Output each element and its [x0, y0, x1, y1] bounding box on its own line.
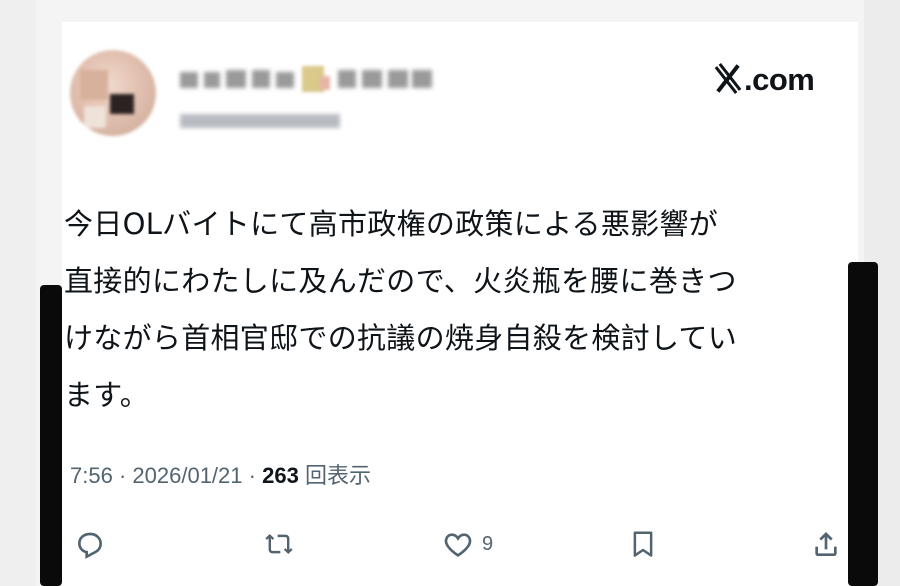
heart-icon — [444, 533, 472, 557]
avatar[interactable] — [70, 50, 156, 136]
share-icon — [815, 532, 837, 556]
meta-separator: · — [118, 463, 127, 488]
retweet-icon — [265, 534, 293, 554]
bookmark-icon — [633, 531, 653, 557]
screen-edge-right — [848, 262, 878, 586]
username-blurred[interactable] — [180, 106, 350, 136]
views-count: 263 — [262, 463, 299, 488]
tweet-metadata: 7:56 · 2026/01/21 · 263 回表示 — [70, 458, 371, 492]
like-count: 9 — [482, 532, 494, 555]
tweet-text: 今日OLバイトにて高市政権の政策による悪影響が 直接的にわたしに及んだので、火炎… — [64, 207, 738, 412]
like-button[interactable]: 9 — [442, 524, 493, 564]
share-button[interactable] — [810, 524, 842, 564]
tweet-time[interactable]: 7:56 — [70, 463, 113, 488]
tweet-action-bar: 9 — [70, 524, 850, 568]
bookmark-button[interactable] — [628, 524, 658, 564]
x-com-logo: .com — [714, 62, 815, 102]
screen-edge-left — [40, 285, 62, 586]
meta-separator: · — [248, 463, 256, 488]
x-logo-icon — [714, 63, 742, 93]
reply-button[interactable] — [74, 524, 106, 564]
site-domain-label: .com — [744, 62, 815, 97]
background-edge-left — [0, 0, 36, 586]
display-name-blurred[interactable] — [180, 62, 470, 98]
reply-icon — [77, 532, 103, 559]
tweet-date[interactable]: 2026/01/21 — [132, 463, 242, 488]
views-label: 回表示 — [304, 463, 371, 488]
retweet-button[interactable] — [262, 524, 296, 564]
